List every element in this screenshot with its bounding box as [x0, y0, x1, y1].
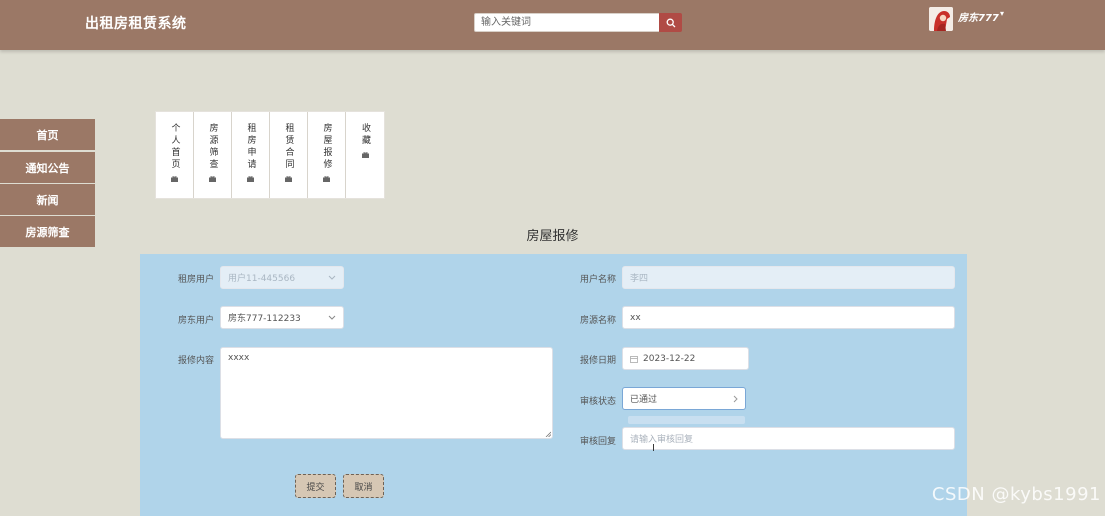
- tab-personal-home[interactable]: 个人首页: [156, 112, 194, 198]
- repair-date-value: 2023-12-22: [643, 353, 696, 364]
- briefcase-icon: [361, 149, 369, 163]
- text-cursor-icon: I: [652, 443, 655, 454]
- calendar-icon: [630, 355, 638, 363]
- repair-date-label: 报修日期: [579, 356, 616, 366]
- audit-status-value: 已通过: [630, 395, 658, 405]
- chevron-down-icon: [328, 315, 336, 320]
- sidebar-item-notice[interactable]: 通知公告: [0, 152, 95, 183]
- repair-content-textarea[interactable]: xxxx: [220, 347, 553, 439]
- tab-favorites[interactable]: 收藏: [346, 112, 384, 198]
- briefcase-icon: [171, 173, 178, 187]
- chevron-right-icon: [733, 395, 738, 402]
- repair-content-value: xxxx: [228, 353, 250, 363]
- page-title: 房屋报修: [526, 229, 579, 244]
- app-title: 出租房租赁系统: [85, 16, 187, 32]
- chevron-down-icon[interactable]: ▾: [1000, 9, 1004, 18]
- tab-label: 房屋报修: [321, 123, 332, 171]
- tab-label: 租赁合同: [283, 123, 294, 171]
- submit-button[interactable]: 提交: [295, 474, 336, 498]
- search-input[interactable]: [474, 13, 660, 32]
- user-name-value: 李四: [630, 274, 649, 284]
- audit-status-select[interactable]: 已通过: [622, 387, 746, 410]
- tab-bar: 个人首页 房源筛查 租房申请 租赁合同 房屋报修 收藏: [155, 111, 385, 199]
- search-button[interactable]: [659, 13, 682, 32]
- landlord-user-select[interactable]: 房东777-112233: [220, 306, 344, 329]
- audit-reply-label: 审核回复: [579, 437, 616, 447]
- repair-date-picker[interactable]: 2023-12-22: [622, 347, 749, 370]
- briefcase-icon: [209, 173, 216, 187]
- renter-user-label: 租房用户: [177, 275, 214, 285]
- renter-user-value: 用户11-445566: [228, 274, 296, 284]
- page-title-wrap: 房屋报修: [0, 225, 1105, 244]
- sidebar-item-news[interactable]: 新闻: [0, 184, 95, 215]
- tab-label: 个人首页: [169, 123, 180, 171]
- tab-label: 租房申请: [245, 123, 256, 171]
- repair-form: 租房用户 用户11-445566 房东用户 房东777-112233 报修内容 …: [140, 254, 967, 516]
- cancel-button[interactable]: 取消: [343, 474, 384, 498]
- audit-reply-input[interactable]: 请输入审核回复: [622, 427, 955, 450]
- top-header: 出租房租赁系统 房东777 ▾: [0, 0, 1105, 50]
- watermark: CSDN @kybs1991: [931, 484, 1101, 505]
- tab-label: 房源筛查: [207, 123, 218, 171]
- audit-status-label: 审核状态: [579, 397, 616, 407]
- house-name-value: xx: [630, 312, 641, 323]
- avatar-icon: [929, 7, 953, 31]
- user-name-input: 李四: [622, 266, 955, 289]
- repair-content-label: 报修内容: [177, 356, 214, 366]
- house-name-input[interactable]: xx: [622, 306, 955, 329]
- user-name[interactable]: 房东777: [958, 9, 999, 24]
- user-name-label: 用户名称: [579, 275, 616, 285]
- tab-house-filter[interactable]: 房源筛查: [194, 112, 232, 198]
- audit-reply-placeholder: 请输入审核回复: [630, 435, 694, 445]
- sidebar-item-home[interactable]: 首页: [0, 119, 95, 150]
- briefcase-icon: [247, 173, 254, 187]
- landlord-user-label: 房东用户: [177, 316, 214, 326]
- landlord-user-value: 房东777-112233: [228, 314, 301, 324]
- search-icon: [666, 18, 675, 27]
- avatar[interactable]: [929, 7, 953, 31]
- briefcase-icon: [323, 173, 330, 187]
- house-name-label: 房源名称: [579, 316, 616, 326]
- renter-user-select: 用户11-445566: [220, 266, 344, 289]
- tab-lease-contract[interactable]: 租赁合同: [270, 112, 308, 198]
- tab-house-repair[interactable]: 房屋报修: [308, 112, 346, 198]
- briefcase-icon: [285, 173, 292, 187]
- dropdown-shadow: [628, 416, 745, 424]
- tab-rent-application[interactable]: 租房申请: [232, 112, 270, 198]
- chevron-down-icon: [328, 275, 336, 280]
- tab-label: 收藏: [360, 123, 370, 147]
